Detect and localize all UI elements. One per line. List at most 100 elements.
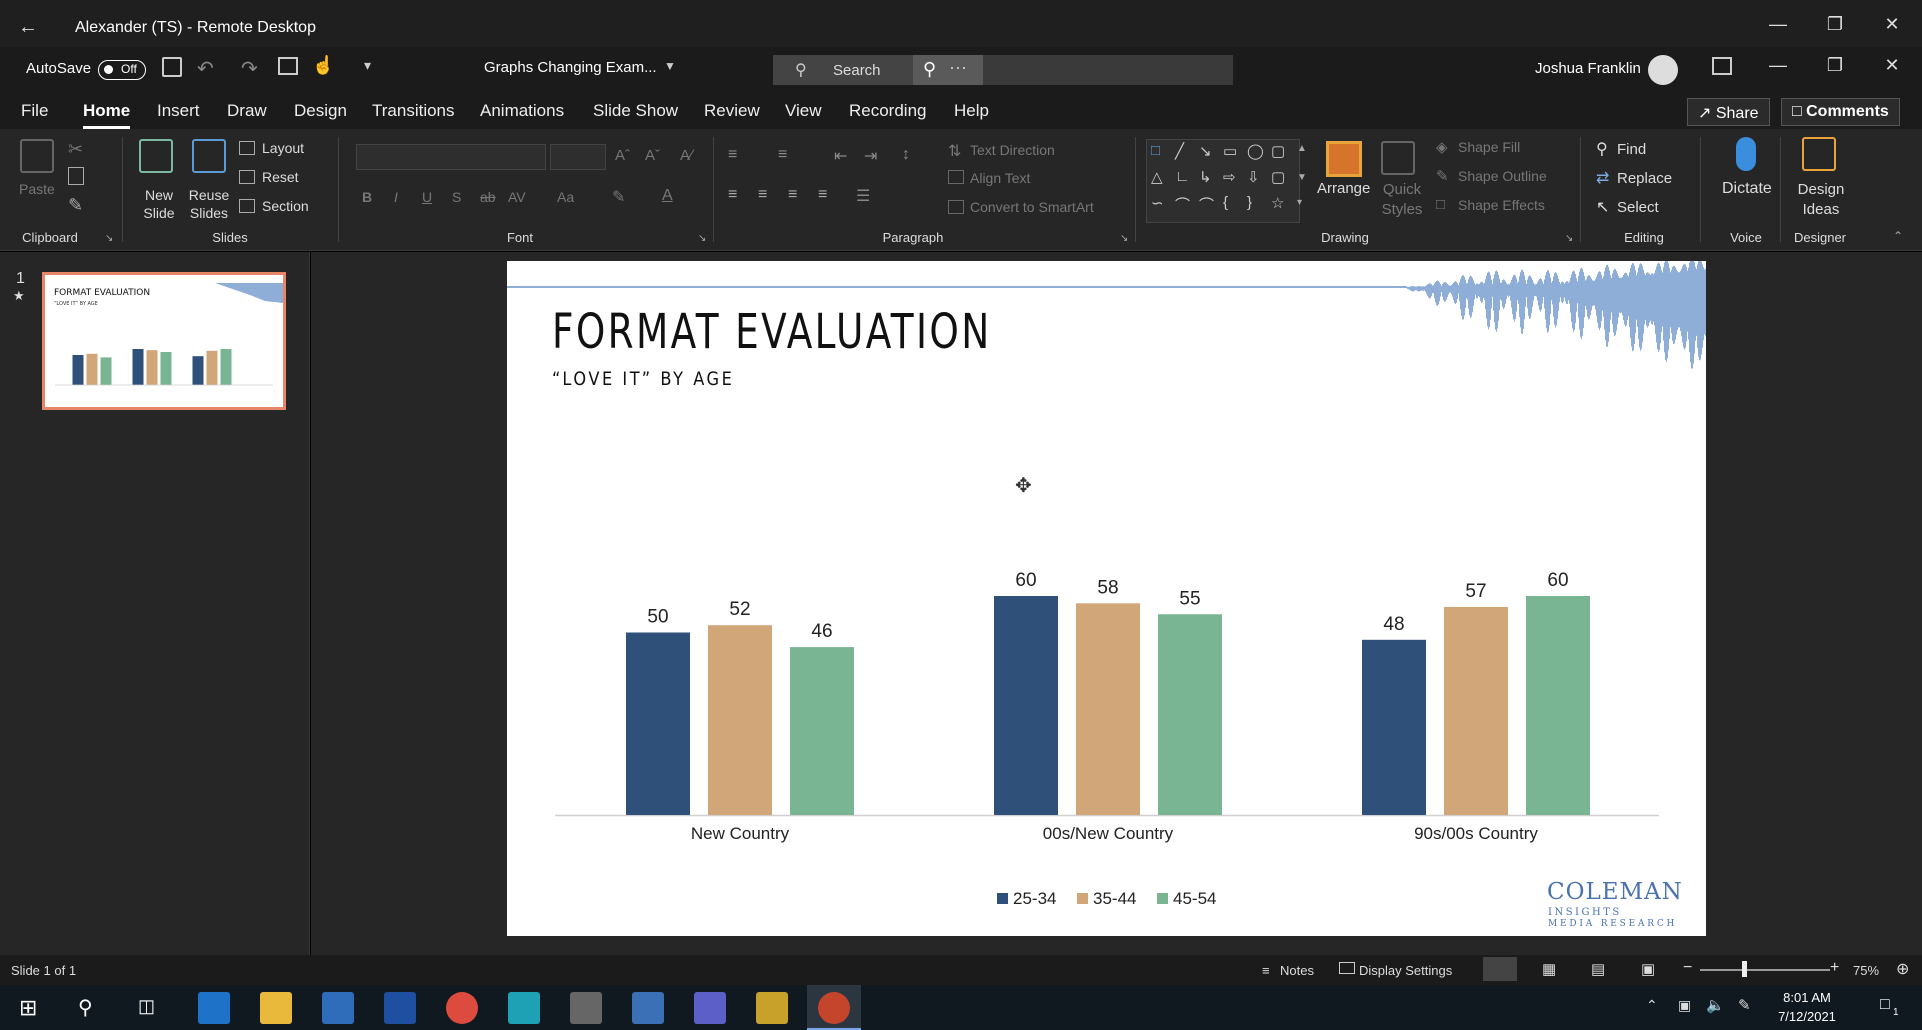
volume-icon[interactable]: 🔈	[1706, 996, 1725, 1014]
connector-shape-icon[interactable]: ∟	[1175, 168, 1190, 185]
strikethrough-button[interactable]: ab	[480, 189, 496, 205]
app-tool-icon[interactable]	[632, 992, 664, 1024]
tab-draw[interactable]: Draw	[227, 101, 267, 121]
slide[interactable]: FORMAT EVALUATION “LOVE IT” BY AGE 50 52 4…	[507, 261, 1706, 936]
columns-icon[interactable]: ☰	[856, 186, 870, 206]
microphone-icon[interactable]	[1736, 137, 1756, 171]
increase-indent-icon[interactable]: ⇥	[864, 146, 877, 166]
reset-button[interactable]: Reset	[262, 169, 299, 185]
highlight-icon[interactable]: ✎	[612, 187, 625, 207]
taskbar-search-icon[interactable]: ⚲	[78, 995, 93, 1020]
ribbon-display-icon[interactable]	[1712, 57, 1732, 75]
normal-view-button[interactable]	[1483, 957, 1517, 981]
brace-right-shape-icon[interactable]: }	[1247, 194, 1252, 211]
present-icon[interactable]	[278, 57, 298, 75]
shape-outline-button[interactable]: Shape Outline	[1458, 168, 1547, 184]
tab-review[interactable]: Review	[704, 101, 760, 121]
tab-design[interactable]: Design	[294, 101, 347, 121]
file-explorer-icon[interactable]	[260, 992, 292, 1024]
shrink-font-icon[interactable]: Aˇ	[645, 147, 660, 164]
bullets-icon[interactable]: ≡	[728, 146, 737, 164]
minimize-icon[interactable]: —	[1758, 14, 1798, 35]
arrow-shape-icon[interactable]: ↘	[1199, 142, 1212, 160]
pen-icon[interactable]: ✎	[1738, 996, 1751, 1014]
file-name-dropdown-icon[interactable]: ▼	[664, 59, 676, 73]
customize-toolbar-icon[interactable]: ▾	[364, 57, 371, 74]
layout-button[interactable]: Layout	[262, 140, 304, 156]
redo-icon[interactable]: ↷	[241, 56, 258, 81]
clipboard-launcher-icon[interactable]: ↘	[105, 233, 113, 244]
find-button[interactable]: Find	[1617, 141, 1646, 158]
chrome-icon[interactable]	[446, 992, 478, 1024]
tab-insert[interactable]: Insert	[157, 101, 200, 121]
line-spacing-icon[interactable]: ↕	[902, 146, 910, 164]
text-direction-button[interactable]: Text Direction	[970, 142, 1055, 158]
user-name[interactable]: Joshua Franklin	[1535, 60, 1641, 77]
tab-recording[interactable]: Recording	[849, 101, 927, 121]
justify-icon[interactable]: ≡	[818, 186, 827, 204]
new-slide-label[interactable]: New Slide	[141, 186, 177, 222]
tab-transitions[interactable]: Transitions	[372, 101, 455, 121]
convert-smartart-button[interactable]: Convert to SmartArt	[970, 199, 1094, 215]
freeform-shape-icon[interactable]: ∽	[1151, 194, 1164, 212]
zoom-level[interactable]: 75%	[1853, 963, 1879, 978]
close-icon[interactable]: ✕	[1872, 14, 1912, 35]
slide-thumbnail[interactable]: FORMAT EVALUATION “LOVE IT” BY AGE	[42, 272, 286, 410]
reuse-slides-icon[interactable]	[192, 139, 226, 173]
network-icon[interactable]: ▣	[1678, 997, 1691, 1014]
decrease-indent-icon[interactable]: ⇤	[834, 146, 847, 166]
curve-shape-icon[interactable]: ⌒	[1199, 194, 1214, 215]
select-button[interactable]: Select	[1617, 199, 1659, 216]
fit-slide-icon[interactable]: ⊕	[1896, 959, 1909, 979]
powerpoint-taskbar-button[interactable]	[807, 985, 861, 1030]
design-ideas-button[interactable]: Design Ideas	[1793, 180, 1849, 220]
font-color-icon[interactable]: A	[662, 187, 673, 205]
tab-view[interactable]: View	[785, 101, 822, 121]
tray-chevron-icon[interactable]: ⌃	[1646, 997, 1658, 1014]
tab-animations[interactable]: Animations	[480, 101, 564, 121]
elbow-shape-icon[interactable]: ↳	[1199, 168, 1212, 186]
textbox-shape-icon[interactable]: □	[1151, 142, 1160, 159]
comments-button[interactable]: □ Comments	[1781, 98, 1900, 126]
edge-icon[interactable]	[198, 992, 230, 1024]
paragraph-launcher-icon[interactable]: ↘	[1120, 233, 1128, 244]
clock-date[interactable]: 7/12/2021	[1772, 1009, 1842, 1024]
autosave-toggle[interactable]: Off	[98, 60, 146, 80]
design-ideas-icon[interactable]	[1802, 137, 1836, 171]
powershell-icon[interactable]	[384, 992, 416, 1024]
underline-button[interactable]: U	[422, 189, 432, 205]
line-shape-icon[interactable]: ╱	[1175, 142, 1184, 160]
format-painter-icon[interactable]: ✎	[68, 195, 83, 216]
zoom-in-icon[interactable]: +	[1830, 959, 1839, 977]
font-launcher-icon[interactable]: ↘	[698, 233, 706, 244]
tab-home[interactable]: Home	[83, 101, 131, 129]
remote-zoom-button[interactable]: ⚲ ···	[913, 55, 983, 85]
more-icon[interactable]: ···	[949, 57, 967, 78]
search-box[interactable]: ⚲ Search ⚲ ···	[773, 55, 1233, 85]
zoom-out-icon[interactable]: −	[1683, 959, 1692, 977]
windows-start-icon[interactable]: ⊞	[19, 995, 37, 1021]
tab-file[interactable]: File	[21, 101, 48, 121]
ppt-restore-icon[interactable]: ❐	[1815, 55, 1855, 76]
reading-view-icon[interactable]: ▤	[1591, 960, 1605, 978]
restore-icon[interactable]: ❐	[1815, 14, 1855, 35]
arrange-button[interactable]: Arrange	[1317, 180, 1370, 197]
rectangle-shape-icon[interactable]: ▭	[1223, 142, 1237, 160]
quick-styles-button[interactable]: Quick Styles	[1381, 180, 1423, 220]
paste-label[interactable]: Paste	[19, 181, 55, 197]
arrange-icon[interactable]	[1326, 141, 1362, 177]
zoom-slider[interactable]	[1700, 969, 1830, 971]
font-size-box[interactable]	[550, 144, 606, 170]
bar-chart[interactable]: 50 52 46 New Country 60 58 55 00s/New Country 48…	[507, 261, 1706, 936]
tab-slide-show[interactable]: Slide Show	[593, 101, 678, 121]
arc-shape-icon[interactable]: ⌒	[1175, 194, 1190, 215]
slideshow-view-icon[interactable]: ▣	[1641, 960, 1655, 978]
align-left-icon[interactable]: ≡	[728, 186, 737, 204]
replace-button[interactable]: Replace	[1617, 170, 1672, 187]
microphone-app-icon[interactable]	[570, 992, 602, 1024]
copy-icon[interactable]	[68, 167, 84, 185]
share-button[interactable]: ↗ Share	[1687, 98, 1770, 126]
task-view-icon[interactable]: ◫	[138, 996, 155, 1017]
paste-icon[interactable]	[20, 139, 54, 173]
ppt-close-icon[interactable]: ✕	[1872, 55, 1912, 76]
